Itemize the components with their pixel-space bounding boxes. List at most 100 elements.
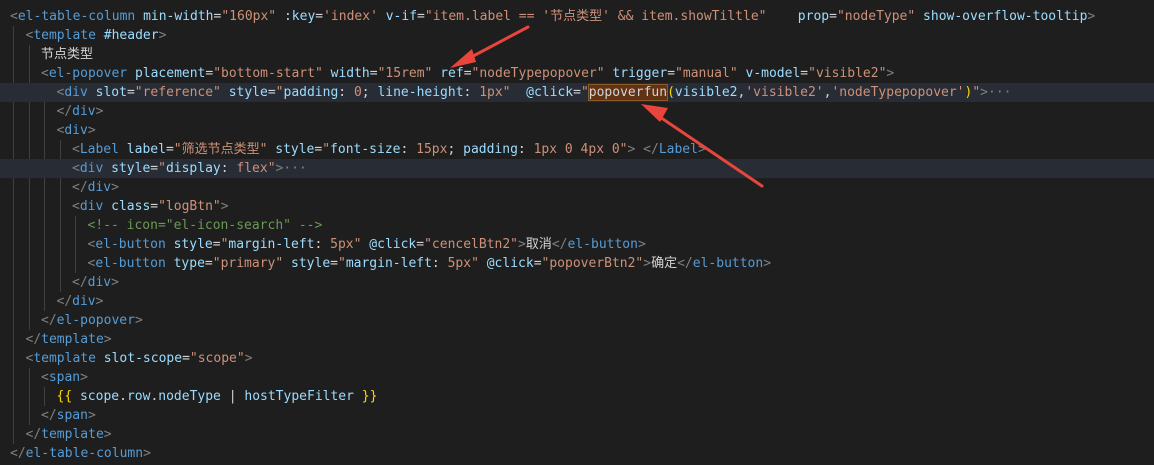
code-token: line-height [377, 85, 464, 100]
code-token: > [143, 446, 151, 461]
code-line[interactable]: <Label label="筛选节点类型" style="font-size: … [0, 140, 1154, 159]
code-line-content: <el-table-column min-width="160px" :key=… [10, 7, 1095, 26]
code-token: : [220, 161, 237, 176]
code-line[interactable]: {{ scope.row.nodeType | hostTypeFilter }… [0, 387, 1154, 406]
code-token: = [267, 85, 276, 100]
code-token: 'index' [323, 9, 378, 24]
code-line-content: </template> [26, 330, 112, 349]
code-token: div [87, 180, 112, 195]
code-token: '节点类型' [542, 9, 610, 24]
code-token: </ [25, 427, 42, 442]
code-token[interactable]: ··· [988, 85, 1011, 100]
code-token: template [33, 351, 96, 366]
code-line[interactable]: <!-- icon="el-icon-search" --> [0, 216, 1154, 235]
code-line[interactable]: <el-table-column min-width="160px" :key=… [0, 7, 1154, 26]
code-token: </ [25, 332, 42, 347]
code-token: div [87, 275, 112, 290]
code-token: div [79, 199, 104, 214]
code-token: 0 [353, 85, 362, 100]
code-token: ref [440, 66, 464, 81]
code-token: flex [236, 161, 268, 176]
code-token: 'nodeTypepopover' [831, 85, 965, 100]
code-token: > [103, 332, 112, 347]
code-token: #header [103, 28, 159, 43]
code-token: type [173, 256, 205, 271]
code-line[interactable]: <template slot-scope="scope"> [0, 349, 1154, 368]
code-line[interactable]: <div class="logBtn"> [0, 197, 1154, 216]
code-token: = [667, 66, 676, 81]
code-token: v-model [745, 66, 801, 81]
code-line[interactable]: <div> [0, 121, 1154, 140]
code-line-content: </div> [72, 178, 119, 197]
code-token: </ [41, 408, 57, 423]
code-token: el-button [95, 256, 166, 271]
code-token: 15px [416, 142, 448, 157]
code-line-content: <span> [41, 368, 88, 387]
code-line[interactable]: </el-popover> [0, 311, 1154, 330]
code-token: : [517, 142, 534, 157]
code-line-content: </el-popover> [41, 311, 143, 330]
code-line[interactable]: </div> [0, 178, 1154, 197]
code-token: > [980, 85, 988, 100]
code-line[interactable]: </div> [0, 102, 1154, 121]
code-line[interactable]: <div style="display: flex">··· [0, 159, 1154, 178]
code-line-content: <div class="logBtn"> [72, 197, 229, 216]
code-token: el-popover [48, 66, 128, 81]
code-line[interactable]: <div slot="reference" style="padding: 0;… [0, 83, 1154, 102]
code-line[interactable]: <el-popover placement = "bottom-start" wid… [0, 64, 1154, 83]
code-token: "nodeTypepopover" [471, 66, 605, 81]
code-token: min-width [143, 9, 214, 24]
code-token: "15rem" [377, 66, 433, 81]
code-line[interactable]: </div> [0, 273, 1154, 292]
code-token: div [79, 161, 104, 176]
code-line[interactable]: </template> [0, 425, 1154, 444]
code-line-content: <!-- icon="el-icon-search" --> [88, 216, 323, 235]
code-line[interactable]: </span> [0, 406, 1154, 425]
code-token: show-overflow-tooltip [923, 9, 1088, 24]
code-token: < [41, 66, 49, 81]
code-token: > [244, 351, 253, 366]
code-token: prop [797, 9, 830, 24]
code-token: hostTypeFilter [244, 389, 354, 404]
code-line[interactable]: <el-button style="margin-left: 5px" @cli… [0, 235, 1154, 254]
code-token: " [158, 161, 166, 176]
code-token: = [165, 142, 174, 157]
code-line[interactable]: 节点类型 [0, 45, 1154, 64]
code-line[interactable]: </el-table-column> [0, 444, 1154, 463]
code-token: > [886, 66, 895, 81]
code-token: <!-- icon="el-icon-search" --> [87, 218, 323, 233]
code-line[interactable]: <template #header> [0, 26, 1154, 45]
code-token[interactable]: ··· [283, 161, 306, 176]
code-token: "item.label == [424, 9, 543, 24]
code-token: template [41, 332, 104, 347]
code-token: div [72, 294, 96, 309]
code-token: </ [643, 142, 659, 157]
code-token: </ [41, 313, 57, 328]
code-line[interactable]: <span> [0, 368, 1154, 387]
code-line-content: <div> [57, 121, 96, 140]
code-token: width [330, 66, 370, 81]
code-token: style [173, 237, 213, 252]
code-line[interactable]: <el-button type="primary" style="margin-… [0, 254, 1154, 273]
code-token: = [829, 9, 837, 24]
code-token: div [64, 123, 88, 138]
code-token: && item.showTiltle" [609, 9, 767, 24]
code-token: " [502, 85, 511, 100]
code-line[interactable]: </template> [0, 330, 1154, 349]
code-token: > [697, 142, 706, 157]
code-token: :key [283, 9, 316, 24]
code-editor[interactable]: <el-table-column min-width="160px" :key=… [0, 0, 1154, 465]
code-token: < [72, 161, 80, 176]
code-token: > [518, 237, 526, 252]
code-line[interactable]: </div> [0, 292, 1154, 311]
code-token: > [134, 313, 143, 328]
code-token: el-table-column [25, 446, 144, 461]
code-token: display [165, 161, 221, 176]
